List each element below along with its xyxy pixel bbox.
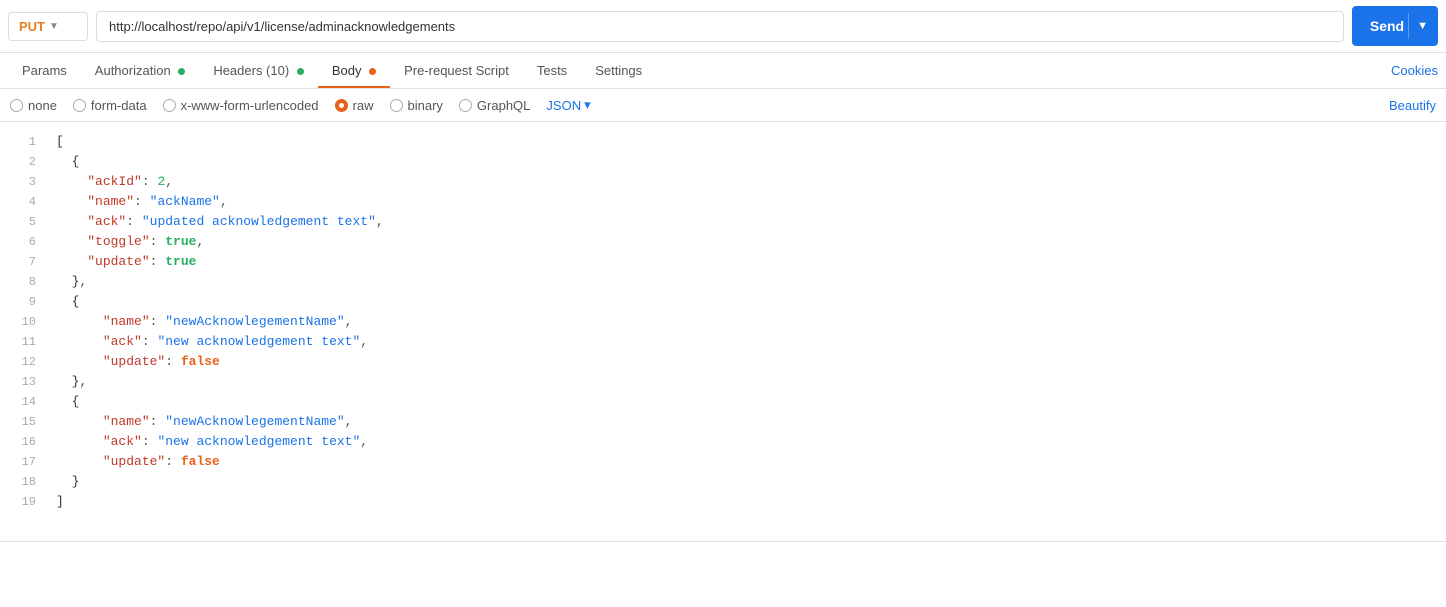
tabs-bar: Params Authorization Headers (10) Body P… [0, 53, 1446, 89]
urlencoded-radio[interactable] [163, 99, 176, 112]
option-binary[interactable]: binary [390, 98, 443, 113]
tab-authorization[interactable]: Authorization [81, 53, 200, 88]
line-numbers: 1 2 3 4 5 6 7 8 9 10 11 12 13 14 15 16 1… [0, 122, 44, 541]
tab-params[interactable]: Params [8, 53, 81, 88]
option-none[interactable]: none [10, 98, 57, 113]
body-dot [369, 68, 376, 75]
code-editor[interactable]: 1 2 3 4 5 6 7 8 9 10 11 12 13 14 15 16 1… [0, 122, 1446, 542]
beautify-button[interactable]: Beautify [1389, 98, 1436, 113]
send-button[interactable]: Send ▼ [1352, 6, 1438, 46]
tab-body[interactable]: Body [318, 53, 390, 88]
form-data-radio[interactable] [73, 99, 86, 112]
tab-settings[interactable]: Settings [581, 53, 656, 88]
tab-pre-request-script[interactable]: Pre-request Script [390, 53, 523, 88]
body-options-bar: none form-data x-www-form-urlencoded raw… [0, 89, 1446, 122]
code-body[interactable]: [ { "ackId": 2, "name": "ackName", "ack"… [44, 122, 1446, 541]
send-label: Send [1370, 18, 1408, 34]
top-bar: PUT ▼ Send ▼ [0, 0, 1446, 53]
headers-dot [297, 68, 304, 75]
option-form-data[interactable]: form-data [73, 98, 147, 113]
json-format-select[interactable]: JSON ▾ [546, 97, 590, 113]
authorization-dot [178, 68, 185, 75]
option-urlencoded[interactable]: x-www-form-urlencoded [163, 98, 319, 113]
tab-headers[interactable]: Headers (10) [199, 53, 318, 88]
method-select[interactable]: PUT ▼ [8, 12, 88, 41]
json-chevron-icon: ▾ [584, 97, 591, 113]
option-graphql[interactable]: GraphQL [459, 98, 530, 113]
send-dropdown-icon[interactable]: ▼ [1408, 13, 1438, 39]
option-raw[interactable]: raw [335, 98, 374, 113]
method-label: PUT [19, 19, 45, 34]
raw-radio[interactable] [335, 99, 348, 112]
url-input[interactable] [96, 11, 1344, 42]
none-radio[interactable] [10, 99, 23, 112]
graphql-radio[interactable] [459, 99, 472, 112]
cookies-link[interactable]: Cookies [1391, 63, 1438, 78]
binary-radio[interactable] [390, 99, 403, 112]
method-chevron-icon: ▼ [49, 21, 59, 32]
tab-tests[interactable]: Tests [523, 53, 581, 88]
